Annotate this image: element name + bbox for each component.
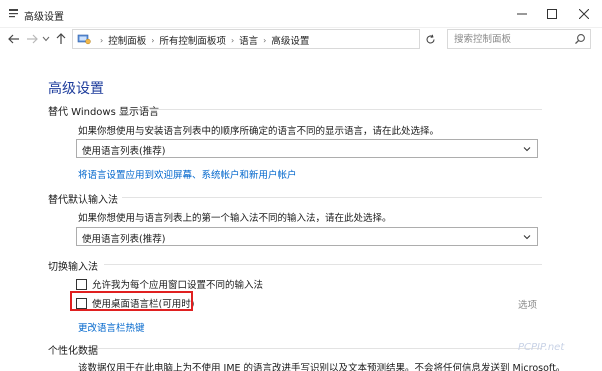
settings-icon bbox=[9, 9, 18, 18]
recent-locations-button[interactable] bbox=[40, 31, 52, 47]
section-heading-default-input: 替代默认输入法 bbox=[48, 195, 118, 206]
section-divider bbox=[98, 348, 542, 349]
display-language-description: 如果你想使用与安装语言列表中的顺序所确定的语言不同的显示语言，请在此处选择。 bbox=[78, 126, 440, 137]
default-input-select[interactable]: 使用语言列表(推荐) bbox=[76, 227, 538, 246]
per-app-input-checkbox-row[interactable]: 允许我为每个应用窗口设置不同的输入法 bbox=[76, 277, 263, 291]
default-input-description: 如果你想使用与语言列表上的第一个输入法不同的输入法，请在此处选择。 bbox=[78, 213, 392, 224]
section-heading-switch-input: 切换输入法 bbox=[48, 262, 98, 273]
up-button[interactable] bbox=[54, 31, 68, 47]
refresh-icon bbox=[425, 34, 435, 44]
chevron-right-icon: › bbox=[230, 35, 235, 45]
title-bar: 高级设置 bbox=[0, 0, 602, 28]
close-icon bbox=[579, 9, 589, 19]
per-app-input-checkbox-label: 允许我为每个应用窗口设置不同的输入法 bbox=[92, 280, 264, 291]
page-title: 高级设置 bbox=[48, 81, 104, 97]
apply-language-settings-link[interactable]: 将语言设置应用到欢迎屏幕、系统帐户和新用户帐户 bbox=[78, 167, 297, 181]
section-divider bbox=[150, 109, 542, 110]
highlight-annotation bbox=[70, 291, 193, 311]
breadcrumb-item-control-panel[interactable]: 控制面板 bbox=[108, 33, 146, 47]
window-title: 高级设置 bbox=[24, 12, 64, 23]
default-input-select-value: 使用语言列表(推荐) bbox=[82, 234, 166, 245]
minimize-button[interactable] bbox=[506, 0, 538, 28]
refresh-button[interactable] bbox=[422, 30, 438, 48]
watermark: PCPIP.net bbox=[518, 342, 565, 353]
vertical-scrollbar[interactable] bbox=[594, 50, 602, 371]
control-panel-icon bbox=[77, 34, 91, 45]
up-arrow-icon bbox=[56, 33, 66, 44]
section-heading-personalization: 个性化数据 bbox=[48, 346, 98, 357]
breadcrumb: › 控制面板 › 所有控制面板项 › 语言 › 高级设置 bbox=[95, 33, 309, 48]
chevron-down-icon bbox=[523, 147, 531, 152]
maximize-icon bbox=[547, 9, 557, 19]
section-divider bbox=[122, 197, 542, 198]
back-arrow-icon bbox=[8, 34, 19, 44]
maximize-button[interactable] bbox=[536, 0, 568, 28]
chevron-right-icon: › bbox=[263, 35, 267, 45]
breadcrumb-item-all-control-panel-items[interactable]: 所有控制面板项 bbox=[159, 33, 226, 47]
chevron-down-icon bbox=[523, 235, 531, 240]
personalization-description: 该数据仅用于在此电脑上为不使用 IME 的语言改进手写识别以及文本预测结果。不会… bbox=[78, 363, 566, 371]
breadcrumb-item-advanced-settings[interactable]: 高级设置 bbox=[271, 33, 309, 47]
back-button[interactable] bbox=[6, 31, 22, 47]
minimize-icon bbox=[517, 13, 527, 15]
section-divider bbox=[104, 264, 542, 265]
chevron-right-icon: › bbox=[100, 35, 104, 45]
chevron-down-icon bbox=[42, 36, 50, 42]
navigation-bar: › 控制面板 › 所有控制面板项 › 语言 › 高级设置 bbox=[0, 28, 602, 50]
display-language-select-value: 使用语言列表(推荐) bbox=[82, 146, 166, 157]
section-heading-display-language: 替代 Windows 显示语言 bbox=[48, 107, 159, 118]
content-pane: 高级设置 替代 Windows 显示语言 如果你想使用与安装语言列表中的顺序所确… bbox=[0, 50, 602, 371]
address-bar[interactable]: › 控制面板 › 所有控制面板项 › 语言 › 高级设置 bbox=[72, 29, 485, 49]
change-language-bar-hotkeys-link[interactable]: 更改语言栏热键 bbox=[78, 320, 145, 334]
display-language-select[interactable]: 使用语言列表(推荐) bbox=[76, 139, 538, 158]
close-button[interactable] bbox=[568, 0, 600, 28]
search-box[interactable] bbox=[447, 29, 591, 49]
language-bar-options-link[interactable]: 选项 bbox=[518, 297, 537, 311]
search-input[interactable] bbox=[448, 30, 570, 48]
search-icon[interactable] bbox=[574, 33, 586, 45]
breadcrumb-item-language[interactable]: 语言 bbox=[239, 33, 258, 47]
forward-button[interactable] bbox=[24, 31, 40, 47]
per-app-input-checkbox[interactable] bbox=[76, 278, 87, 290]
chevron-right-icon: › bbox=[151, 35, 155, 45]
forward-arrow-icon bbox=[27, 34, 38, 44]
